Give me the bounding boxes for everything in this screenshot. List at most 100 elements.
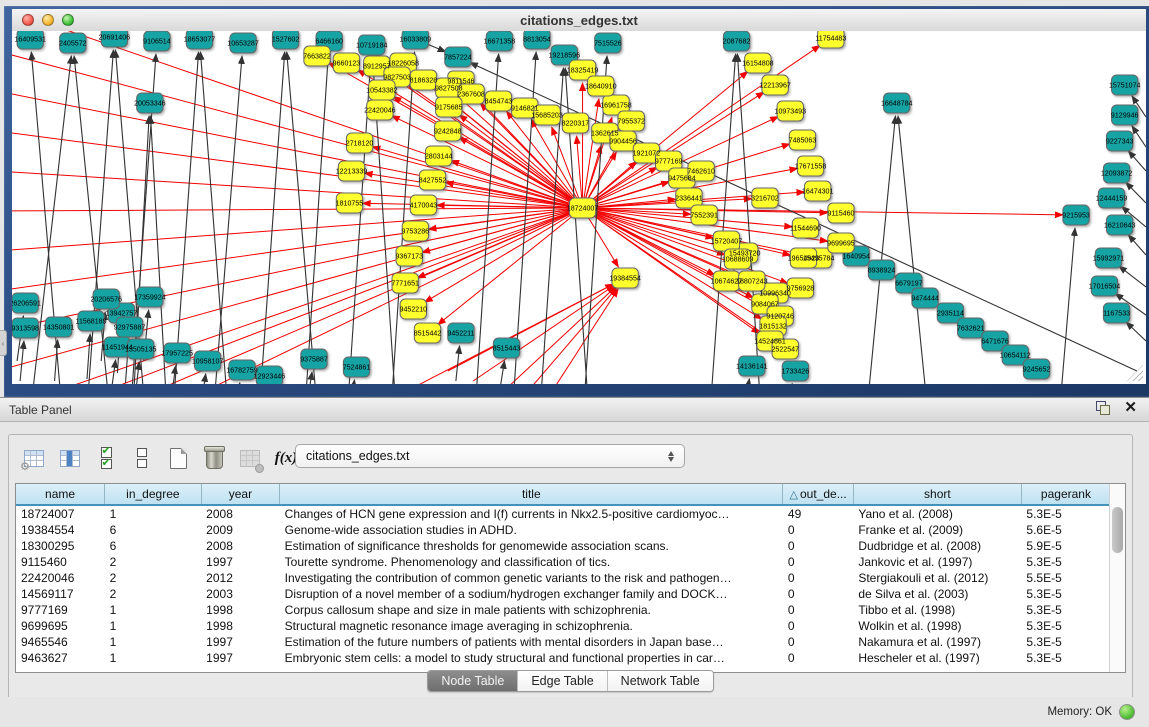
table-cell[interactable]: 2008 — [201, 505, 280, 522]
table-cell[interactable]: Tibbo et al. (1998) — [853, 602, 1021, 618]
table-cell[interactable]: Hescheler et al. (1997) — [853, 650, 1021, 666]
graph-edge[interactable] — [287, 52, 316, 384]
function-builder-button[interactable]: f(x) — [275, 447, 297, 469]
graph-edge[interactable] — [898, 116, 926, 384]
graph-edge[interactable] — [372, 147, 582, 208]
graph-edge[interactable] — [422, 208, 583, 252]
table-row[interactable]: 946362711997Embryonic stem cells: a mode… — [16, 650, 1110, 666]
close-panel-icon[interactable]: ✕ — [1124, 401, 1137, 415]
left-panel-collapse-handle[interactable]: ‹ — [0, 330, 7, 356]
table-cell[interactable]: 5.3E-5 — [1021, 650, 1110, 666]
table-cell[interactable]: 0 — [783, 634, 853, 650]
table-cell[interactable]: 0 — [783, 554, 853, 570]
table-cell[interactable]: 2 — [105, 570, 202, 586]
graph-edge[interactable] — [88, 50, 113, 384]
table-cell[interactable]: 22420046 — [16, 570, 105, 586]
table-cell[interactable]: 9699695 — [16, 618, 105, 634]
table-cell[interactable]: 5.3E-5 — [1021, 505, 1110, 522]
graph-edge[interactable] — [583, 208, 1063, 215]
table-cell[interactable]: 0 — [783, 570, 853, 586]
table-cell[interactable]: 2 — [105, 554, 202, 570]
minimize-window-button[interactable] — [42, 14, 54, 26]
table-row[interactable]: 1872400712008Changes of HCN gene express… — [16, 505, 1110, 522]
table-cell[interactable]: 5.9E-5 — [1021, 538, 1110, 554]
delete-column-button[interactable] — [203, 447, 225, 469]
table-row[interactable]: 2242004622012Investigating the contribut… — [16, 570, 1110, 586]
table-cell[interactable]: Wolkin et al. (1998) — [853, 618, 1021, 634]
table-cell[interactable]: 2009 — [201, 522, 280, 538]
table-cell[interactable]: Genome-wide association studies in ADHD. — [280, 522, 783, 538]
tab-node-table[interactable]: Node Table — [428, 671, 517, 691]
graph-edge[interactable] — [1128, 235, 1146, 255]
table-row[interactable]: 1830029562008Estimation of significance … — [16, 538, 1110, 554]
table-cell[interactable]: 0 — [783, 586, 853, 602]
table-cell[interactable]: 9115460 — [16, 554, 105, 570]
table-cell[interactable]: 5.3E-5 — [1021, 618, 1110, 634]
column-header-title[interactable]: title — [280, 484, 783, 505]
table-cell[interactable]: 2003 — [201, 586, 280, 602]
select-columns-button[interactable] — [59, 447, 81, 469]
table-cell[interactable]: 1 — [105, 618, 202, 634]
graph-edge[interactable] — [237, 383, 240, 384]
graph-edge[interactable] — [1126, 182, 1146, 203]
table-cell[interactable]: Stergiakouli et al. (2012) — [853, 570, 1021, 586]
table-cell[interactable]: 9465546 — [16, 634, 105, 650]
table-cell[interactable]: 5.3E-5 — [1021, 586, 1110, 602]
graph-edge[interactable] — [577, 136, 583, 208]
column-header-short[interactable]: short — [853, 484, 1021, 505]
table-cell[interactable]: 1997 — [201, 634, 280, 650]
table-cell[interactable]: 0 — [783, 618, 853, 634]
graph-edge[interactable] — [868, 116, 895, 384]
graph-edge[interactable] — [308, 372, 312, 384]
graph-edge[interactable] — [20, 341, 24, 381]
graph-edge[interactable] — [1128, 151, 1146, 171]
table-cell[interactable]: Investigating the contribution of common… — [280, 570, 783, 586]
table-cell[interactable]: 18300295 — [16, 538, 105, 554]
graph-edge[interactable] — [351, 380, 354, 384]
column-header-year[interactable]: year — [201, 484, 280, 505]
column-header-pagerank[interactable]: pagerank — [1021, 484, 1110, 505]
table-cell[interactable]: Corpus callosum shape and size in male p… — [280, 602, 783, 618]
clear-selection-button[interactable] — [131, 447, 153, 469]
graph-edge[interactable] — [392, 52, 414, 384]
table-cell[interactable]: Dudbridge et al. (2008) — [853, 538, 1021, 554]
table-cell[interactable]: Changes of HCN gene expression and I(f) … — [280, 505, 783, 522]
graph-edge[interactable] — [260, 52, 284, 384]
graph-edge[interactable] — [1132, 126, 1146, 147]
table-settings-button[interactable]: ⚙ — [23, 447, 45, 469]
graph-edge[interactable] — [306, 54, 328, 384]
table-row[interactable]: 969969511998Structural magnetic resonanc… — [16, 618, 1110, 634]
table-cell[interactable]: Yano et al. (2008) — [853, 505, 1021, 522]
table-cell[interactable]: 2008 — [201, 538, 280, 554]
table-cell[interactable]: 1998 — [201, 602, 280, 618]
select-all-button[interactable] — [95, 447, 117, 469]
table-cell[interactable]: 1 — [105, 505, 202, 522]
graph-edge[interactable] — [524, 288, 617, 384]
table-cell[interactable]: 49 — [783, 505, 853, 522]
graph-edge[interactable] — [200, 52, 226, 384]
table-cell[interactable]: 5.3E-5 — [1021, 602, 1110, 618]
table-cell[interactable]: 5.6E-5 — [1021, 522, 1110, 538]
table-cell[interactable]: 1 — [105, 634, 202, 650]
graph-edge[interactable] — [1061, 228, 1075, 384]
scrollbar-thumb[interactable] — [1112, 507, 1123, 553]
graph-edge[interactable] — [136, 362, 140, 384]
table-cell[interactable]: Nakamura et al. (1997) — [853, 634, 1021, 650]
table-cell[interactable]: 2 — [105, 586, 202, 602]
tab-edge-table[interactable]: Edge Table — [517, 671, 606, 691]
table-row[interactable]: 1938455462009Genome-wide association stu… — [16, 522, 1110, 538]
table-cell[interactable]: 1 — [105, 602, 202, 618]
table-cell[interactable]: 9777169 — [16, 602, 105, 618]
table-cell[interactable]: Disruption of a novel member of a sodium… — [280, 586, 783, 602]
table-cell[interactable]: 6 — [105, 538, 202, 554]
table-cell[interactable]: 19384554 — [16, 522, 105, 538]
graph-edge[interactable] — [203, 374, 206, 384]
float-panel-icon[interactable] — [1096, 401, 1110, 415]
table-cell[interactable]: 5.3E-5 — [1021, 634, 1110, 650]
tab-network-table[interactable]: Network Table — [607, 671, 713, 691]
table-cell[interactable]: 14569117 — [16, 586, 105, 602]
zoom-window-button[interactable] — [62, 14, 74, 26]
table-cell[interactable]: Estimation of the future numbers of pati… — [280, 634, 783, 650]
table-cell[interactable]: 1 — [105, 650, 202, 666]
table-row[interactable]: 911546021997Tourette syndrome. Phenomeno… — [16, 554, 1110, 570]
